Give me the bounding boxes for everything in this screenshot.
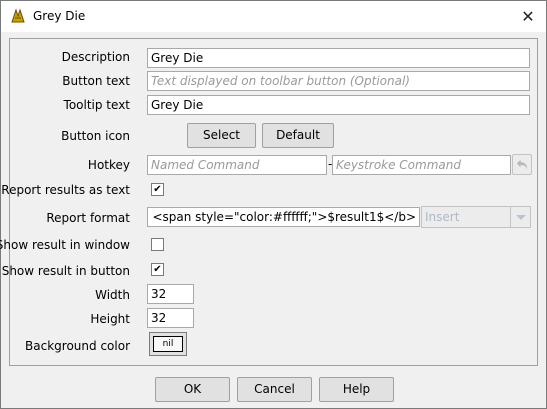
description-input[interactable]: Grey Die bbox=[147, 48, 530, 68]
hotkey-label: Hotkey bbox=[87, 158, 130, 172]
insert-dropdown-arrow[interactable] bbox=[510, 207, 530, 227]
ok-button[interactable]: OK bbox=[155, 377, 230, 402]
report-results-checkbox[interactable]: ✔ bbox=[151, 183, 164, 196]
background-color-label: Background color bbox=[25, 339, 130, 353]
button-text-label: Button text bbox=[62, 74, 130, 88]
chevron-down-icon bbox=[516, 215, 526, 220]
select-icon-button[interactable]: Select bbox=[187, 123, 256, 148]
report-format-value: Name$) <span style="color:#ffffff;">$res… bbox=[148, 210, 416, 224]
report-format-input[interactable]: Name$) <span style="color:#ffffff;">$res… bbox=[147, 207, 420, 227]
undo-button[interactable] bbox=[512, 154, 532, 175]
report-results-label: Report results as text bbox=[1, 183, 130, 197]
keystroke-command-input[interactable]: Keystroke Command bbox=[332, 155, 511, 175]
show-in-button-label: Show result in button bbox=[1, 264, 130, 278]
height-input[interactable]: 32 bbox=[147, 308, 194, 328]
show-in-window-checkbox[interactable] bbox=[151, 238, 164, 251]
undo-arrow-icon bbox=[516, 159, 528, 170]
show-in-button-checkbox[interactable]: ✔ bbox=[151, 263, 164, 276]
named-command-input[interactable]: Named Command bbox=[147, 155, 327, 175]
width-label: Width bbox=[95, 288, 130, 302]
report-format-label: Report format bbox=[46, 211, 130, 225]
height-label: Height bbox=[90, 312, 130, 326]
insert-dropdown[interactable]: Insert bbox=[421, 206, 531, 228]
title-bar: Grey Die ✕ bbox=[1, 1, 546, 32]
properties-panel: Description Grey Die Button text Text di… bbox=[0, 38, 538, 366]
button-text-input[interactable]: Text displayed on toolbar button (Option… bbox=[147, 71, 530, 91]
window-title: Grey Die bbox=[33, 9, 86, 23]
color-swatch: nil bbox=[153, 336, 183, 352]
tooltip-text-label: Tooltip text bbox=[63, 98, 130, 112]
tooltip-text-input[interactable]: Grey Die bbox=[147, 95, 530, 115]
description-label: Description bbox=[61, 50, 130, 64]
check-icon: ✔ bbox=[153, 264, 162, 275]
check-icon: ✔ bbox=[153, 184, 162, 195]
insert-label: Insert bbox=[425, 210, 460, 224]
close-icon[interactable]: ✕ bbox=[510, 1, 546, 32]
cancel-button[interactable]: Cancel bbox=[237, 377, 312, 402]
help-button[interactable]: Help bbox=[319, 377, 394, 402]
vassal-icon bbox=[11, 8, 25, 23]
background-color-button[interactable]: nil bbox=[149, 332, 187, 356]
show-in-window-label: Show result in window bbox=[0, 238, 130, 252]
button-icon-label: Button icon bbox=[61, 129, 130, 143]
default-icon-button[interactable]: Default bbox=[262, 123, 334, 148]
width-input[interactable]: 32 bbox=[147, 284, 194, 304]
dialog-window: Grey Die ✕ Description Grey Die Button t… bbox=[0, 0, 547, 409]
